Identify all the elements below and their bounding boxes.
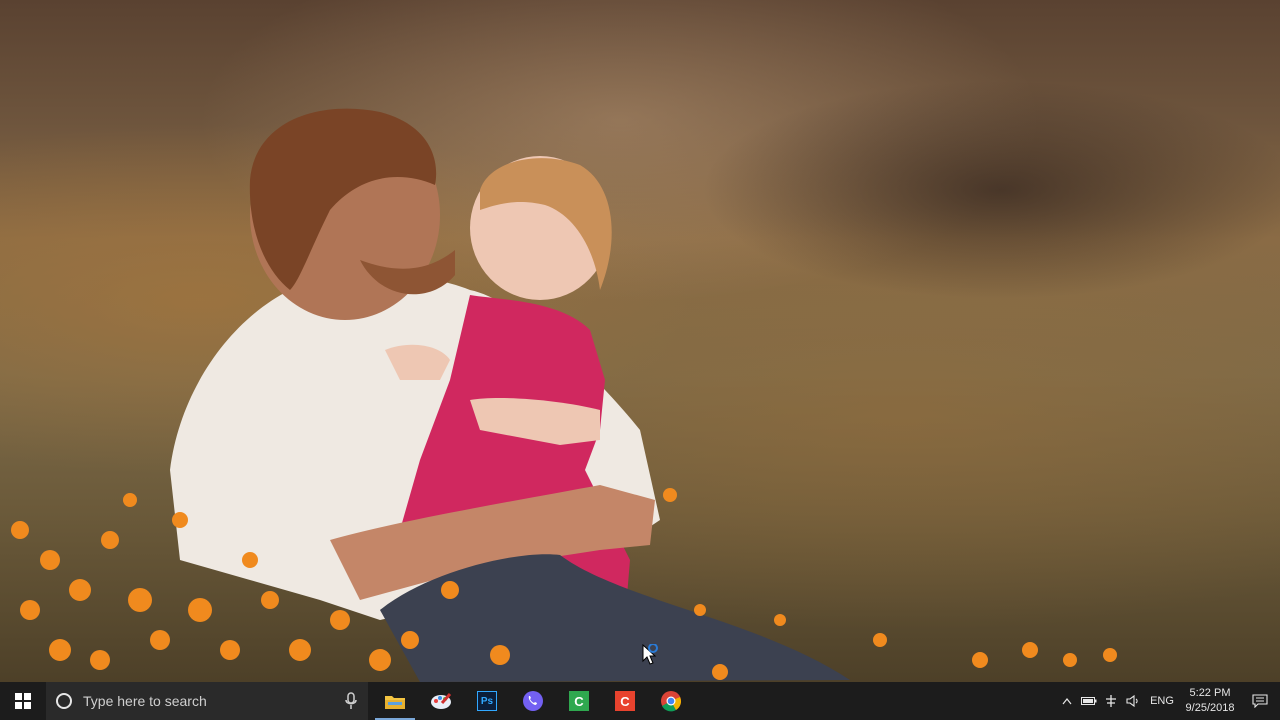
action-center-button[interactable] [1240, 682, 1280, 720]
desktop-wallpaper [0, 0, 1280, 682]
battery-icon [1081, 697, 1097, 705]
start-button[interactable] [0, 682, 46, 720]
photoshop-button[interactable]: Ps [464, 682, 510, 720]
clock-time: 5:22 PM [1189, 687, 1231, 699]
network-icon [1106, 695, 1116, 707]
speaker-icon [1126, 694, 1138, 708]
search-placeholder: Type here to search [83, 693, 207, 709]
chevron-up-icon [1062, 698, 1072, 705]
chrome-button[interactable] [648, 682, 694, 720]
file-explorer-button[interactable] [372, 682, 418, 720]
camtasia-button[interactable]: C [602, 682, 648, 720]
windows-logo-icon [15, 693, 31, 709]
microphone-icon[interactable] [344, 692, 358, 710]
viber-icon [523, 691, 543, 711]
paint-button[interactable] [418, 682, 464, 720]
show-hidden-icons-button[interactable] [1056, 682, 1078, 720]
volume-button[interactable] [1122, 682, 1144, 720]
system-tray: ENG 5:22 PM 9/25/2018 [1056, 682, 1280, 720]
clock-date: 9/25/2018 [1185, 702, 1235, 714]
paint-icon [431, 693, 452, 709]
camtasia-green-icon: C [569, 691, 589, 711]
search-box[interactable]: Type here to search [46, 682, 368, 720]
pinned-apps: Ps C C [372, 682, 694, 720]
clock[interactable]: 5:22 PM 9/25/2018 [1180, 682, 1240, 720]
mouse-cursor [642, 644, 658, 665]
photoshop-icon: Ps [477, 691, 497, 711]
language-indicator[interactable]: ENG [1144, 682, 1180, 720]
camtasia-red-icon: C [615, 691, 635, 711]
viber-button[interactable] [510, 682, 556, 720]
photoshop-icon-label: Ps [480, 695, 494, 707]
taskbar: Type here to search Ps C C ENG 5:22 PM 9… [0, 682, 1280, 720]
wallpaper-photo [11, 108, 1117, 682]
notifications-icon [1252, 694, 1268, 708]
camtasia-recorder-button[interactable]: C [556, 682, 602, 720]
camtasia-green-icon-label: C [574, 693, 584, 709]
chrome-icon [661, 691, 681, 712]
network-button[interactable] [1100, 682, 1122, 720]
folder-icon [385, 696, 405, 709]
battery-button[interactable] [1078, 682, 1100, 720]
cortana-icon [56, 693, 72, 709]
camtasia-red-icon-label: C [620, 693, 630, 709]
